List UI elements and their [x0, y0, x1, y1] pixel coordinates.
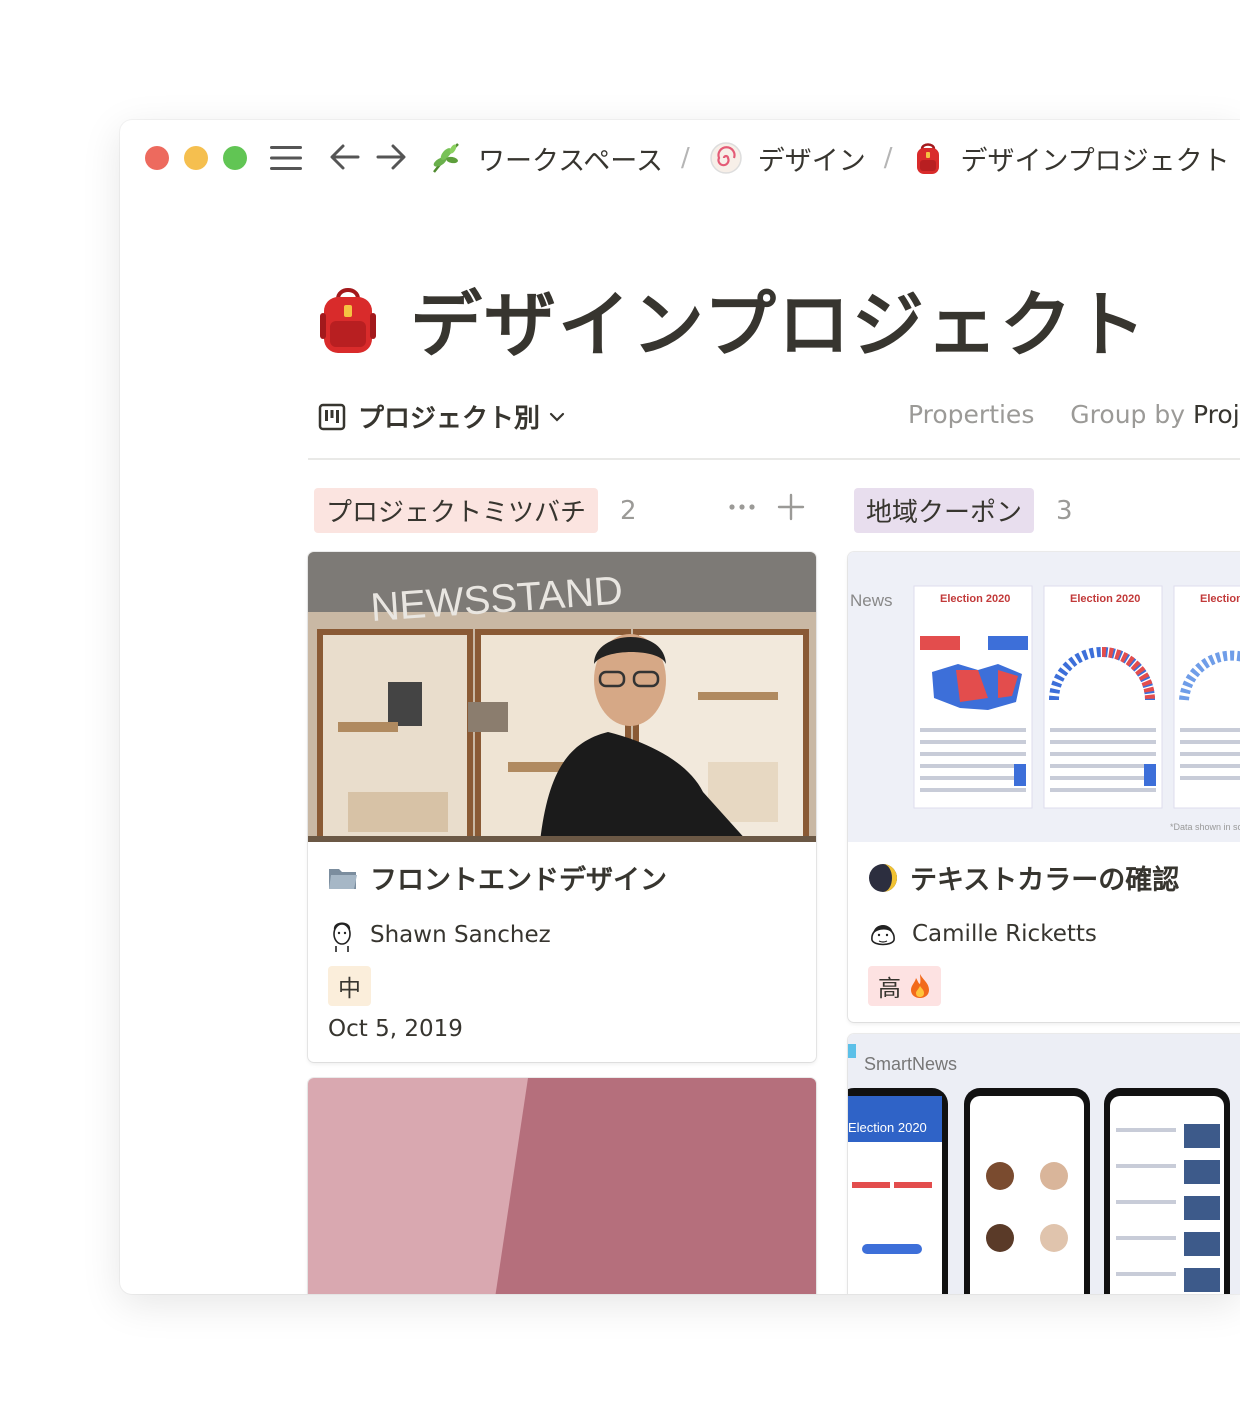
view-name: プロジェクト別	[358, 404, 541, 434]
breadcrumb-label: ワークスペース	[478, 145, 663, 177]
add-card-icon[interactable]	[776, 492, 806, 522]
card-cover-photo: NEWSSTAND	[308, 552, 816, 842]
breadcrumb-item-design-project[interactable]: デザインプロジェクト	[910, 139, 1230, 178]
maximize-window-button[interactable]	[223, 146, 247, 170]
forward-arrow-icon[interactable]	[374, 140, 408, 174]
back-arrow-icon[interactable]	[328, 140, 362, 174]
moon-icon	[869, 863, 897, 892]
priority-label: 中	[338, 976, 361, 1002]
board-column-header: プロジェクトミツバチ 2	[314, 488, 637, 533]
herb-icon	[433, 143, 459, 173]
breadcrumb-label: デザインプロジェクト	[960, 145, 1230, 177]
column-tag[interactable]: プロジェクトミツバチ	[314, 488, 599, 533]
board-card[interactable]: SmartNews Election 2020	[848, 1034, 1240, 1294]
board-card[interactable]: NEWSSTAND フロントエンドデザイン Shawn Sanchez 中 Oc…	[308, 552, 816, 1062]
view-toolbar: プロジェクト別 Properties Group byProje	[308, 392, 1240, 460]
breadcrumb-separator: /	[680, 143, 690, 173]
backpack-icon	[917, 143, 940, 174]
card-title[interactable]: フロントエンドデザイン	[328, 858, 667, 897]
column-count: 2	[620, 495, 637, 526]
properties-button[interactable]: Properties	[908, 400, 1034, 429]
group-by-button[interactable]: Group byProje	[1070, 400, 1240, 429]
breadcrumb-item-design[interactable]: デザイン	[708, 139, 866, 178]
person-name: Camille Ricketts	[912, 921, 1097, 947]
group-by-label: Group by	[1070, 400, 1186, 429]
more-options-icon[interactable]	[726, 493, 758, 521]
card-date: Oct 5, 2019	[328, 1016, 463, 1042]
board-view-icon	[318, 403, 346, 430]
board-column-header: 地域クーポン 3	[854, 488, 1073, 533]
card-cover-image	[308, 1078, 816, 1294]
group-by-value: Proje	[1193, 400, 1240, 429]
card-cover-screenshot: News Election 2020 Election 2020 Electio…	[848, 552, 1240, 842]
column-tag[interactable]: 地域クーポン	[854, 488, 1035, 533]
priority-label: 高	[878, 976, 901, 1002]
card-title[interactable]: テキストカラーの確認	[868, 858, 1179, 897]
card-person[interactable]: Camille Ricketts	[868, 918, 1097, 950]
board-card[interactable]: News Election 2020 Election 2020 Electio…	[848, 552, 1240, 1022]
person-name: Shawn Sanchez	[370, 922, 551, 948]
cover-headline: Election 2020	[848, 1120, 927, 1135]
priority-badge: 中	[328, 966, 371, 1006]
priority-badge: 高	[868, 966, 941, 1006]
fishcake-icon	[709, 142, 742, 174]
hamburger-menu-icon[interactable]	[270, 144, 302, 172]
title-bar: ワークスペース / デザイン / デザインプロジェクト	[120, 120, 1240, 196]
card-title-text: テキストカラーの確認	[910, 865, 1180, 896]
backpack-icon[interactable]	[316, 283, 380, 355]
avatar	[333, 922, 351, 952]
view-actions: Properties Group byProje	[908, 400, 1240, 429]
column-count: 3	[1056, 495, 1073, 526]
fire-icon	[911, 974, 929, 998]
close-window-button[interactable]	[145, 146, 169, 170]
page-header: デザインプロジェクト	[316, 266, 1148, 371]
cover-headline: Election	[1200, 593, 1240, 605]
cover-headline: Election 2020	[1070, 593, 1140, 605]
breadcrumb: ワークスペース / デザイン / デザインプロジェクト	[428, 136, 1230, 180]
breadcrumb-label: デザイン	[757, 145, 866, 177]
page-title[interactable]: デザインプロジェクト	[410, 266, 1148, 371]
card-person[interactable]: Shawn Sanchez	[328, 918, 551, 952]
cover-headline: Election 2020	[940, 593, 1010, 605]
cover-note: *Data shown in sc	[1170, 822, 1240, 832]
cover-brand: News	[850, 591, 893, 610]
card-title-text: フロントエンドデザイン	[370, 865, 667, 896]
breadcrumb-item-workspace[interactable]: ワークスペース	[428, 139, 663, 178]
chevron-down-icon	[549, 412, 565, 422]
column-tools	[726, 492, 806, 522]
card-cover-screenshot: SmartNews Election 2020	[848, 1034, 1240, 1294]
folder-icon	[329, 868, 357, 889]
minimize-window-button[interactable]	[184, 146, 208, 170]
board-card[interactable]	[308, 1078, 816, 1294]
app-window: ワークスペース / デザイン / デザインプロジェクト デザインプロジェクト プ…	[120, 120, 1240, 1294]
cover-brand: SmartNews	[864, 1054, 957, 1074]
view-selector[interactable]: プロジェクト別	[318, 398, 566, 435]
avatar	[871, 925, 895, 946]
breadcrumb-separator: /	[883, 143, 893, 173]
